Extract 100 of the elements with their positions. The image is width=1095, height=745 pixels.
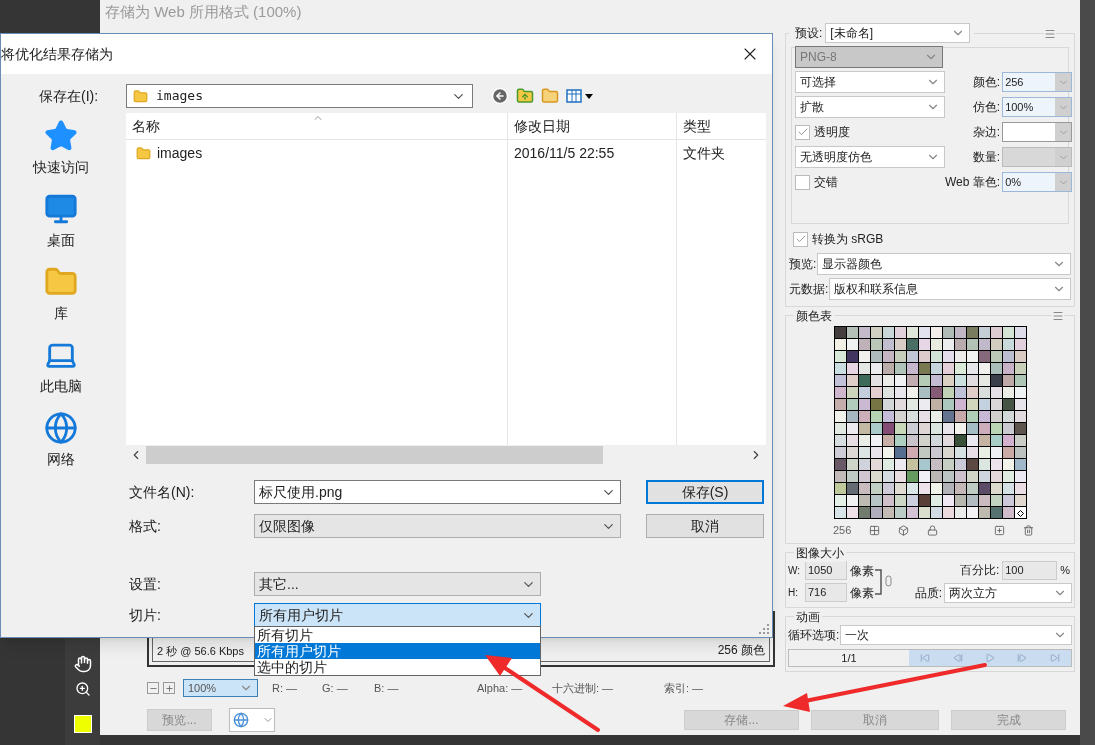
checkbox[interactable] [795,124,810,140]
value-field[interactable]: 0% [1002,172,1073,192]
browser-icon [233,712,249,728]
option-select[interactable]: 扩散 [795,96,945,118]
dialog-title: 将优化结果存储为 [1,44,113,64]
pixel-readout: G: — [322,681,348,694]
place-item[interactable]: 快速访问 [10,119,111,180]
option-select[interactable]: 可选择 [795,71,945,93]
zoom-tool-icon[interactable] [74,681,91,697]
location-select[interactable]: images [126,84,473,108]
field-label: 文件名(N): [128,482,196,502]
field-label: 格式: [128,516,162,536]
lock-icon[interactable] [927,524,939,536]
frame-counter: 1/1 [840,650,858,666]
place-item[interactable]: 网络 [10,411,111,472]
pixel-readout: Alpha: — [477,681,523,694]
quality-select[interactable]: 两次立方 [944,582,1072,603]
field-label: Web 靠色: [945,174,1001,191]
unit-label: % [1060,562,1071,578]
checkbox[interactable] [795,174,810,190]
checkbox[interactable] [793,231,808,247]
field-label: 预览: [789,256,817,273]
column-header[interactable]: 修改日期 [508,113,676,140]
pixel-readout: R: — [272,681,298,694]
size-field[interactable]: 716 [805,583,847,602]
field-label: H: [788,586,799,600]
zoom-in-button[interactable] [163,682,175,694]
star-icon [43,119,78,153]
checkbox-label: 透明度 [814,124,850,141]
field-label: 元数据: [789,281,829,298]
grid-icon[interactable] [869,524,881,536]
scrollbar-thumb[interactable] [146,446,603,464]
check-icon [796,126,809,138]
color-count-text: 256 颜色 [717,642,765,659]
preset-label: 预设: [795,25,823,42]
file-name-field[interactable]: 标尺使用.png [254,480,621,504]
checkbox-label: 交错 [814,174,838,191]
browser-select[interactable] [229,708,275,732]
field-label: 保存在(I): [39,86,100,106]
place-item[interactable]: 桌面 [10,192,111,253]
field-label: 数量: [972,149,1001,166]
desktop-icon [43,192,78,226]
check-icon [794,233,807,245]
download-time-text: 2 秒 @ 56.6 Kbps [157,643,244,659]
color-count-text: 256 [833,523,852,538]
dialog-button[interactable]: 取消 [646,514,764,538]
dialog-button[interactable]: 保存(S) [646,480,764,504]
preset-select[interactable]: [未命名] [825,23,971,43]
trash-icon[interactable] [1023,524,1035,536]
place-item[interactable]: 此电脑 [10,338,111,399]
field-label: 百分比: [959,562,1000,579]
file-cell[interactable]: 文件夹 [677,140,766,166]
option-select[interactable]: 版权和联系信息 [829,278,1071,300]
new-color-icon[interactable] [994,524,1006,536]
zoom-select[interactable]: 100% [183,679,258,697]
field-label: 颜色: [972,74,1001,91]
field-label: 品质: [914,584,942,602]
resize-grip-icon [759,624,769,634]
pixel-readout: 索引: — [664,681,704,694]
matte-color-field[interactable] [1002,122,1073,142]
unit-label: 像素 [850,562,874,580]
folder-icon [133,88,148,104]
option-select[interactable]: 无透明度仿色 [795,146,945,168]
window-title: 存储为 Web 所用格式 (100%) [105,2,302,23]
folder-icon [136,145,151,161]
column-header[interactable]: 类型 [677,113,766,140]
field-label: 仿色: [972,99,1001,116]
value-field[interactable]: 256 [1002,72,1073,92]
plus-icon [164,683,174,693]
dropdown-option[interactable]: 所有切片 [255,627,540,643]
place-item[interactable]: 库 [10,265,111,326]
loop-select[interactable]: 一次 [840,624,1072,645]
new-folder-icon[interactable] [541,87,559,105]
dropdown-option[interactable]: 选中的切片 [255,659,540,675]
option-select[interactable]: 显示器颜色 [817,253,1071,275]
column-header[interactable]: 名称 [126,113,507,140]
globe-icon [43,411,78,445]
value-field[interactable]: 100% [1002,97,1073,117]
settings-select[interactable]: 其它... [254,572,541,596]
format-select[interactable]: 仅限图像 [254,514,621,538]
back-icon[interactable] [491,87,509,105]
field-label: 循环选项: [788,626,840,644]
percent-field[interactable]: 100 [1002,560,1058,580]
pixel-readout: 十六进制: — [552,681,614,694]
pixel-readout: B: — [374,681,399,694]
file-cell[interactable]: images [126,140,507,166]
folder-up-icon[interactable] [516,87,534,105]
unit-label: 像素 [850,584,874,602]
field-label: W: [788,564,802,578]
dropdown-option[interactable]: 所有用户切片 [255,643,540,659]
slices-select[interactable]: 所有用户切片 [254,603,541,627]
field-label: 设置: [128,574,162,594]
file-cell[interactable]: 2016/11/5 22:55 [508,140,676,166]
foreground-color-swatch[interactable] [73,715,92,733]
zoom-out-button[interactable] [147,682,159,694]
cube-icon[interactable] [898,524,910,536]
checkbox-label: 转换为 sRGB [812,231,884,248]
hand-tool-icon[interactable] [73,655,92,673]
view-menu-icon[interactable] [566,88,594,104]
field-label: 杂边: [972,124,1001,141]
